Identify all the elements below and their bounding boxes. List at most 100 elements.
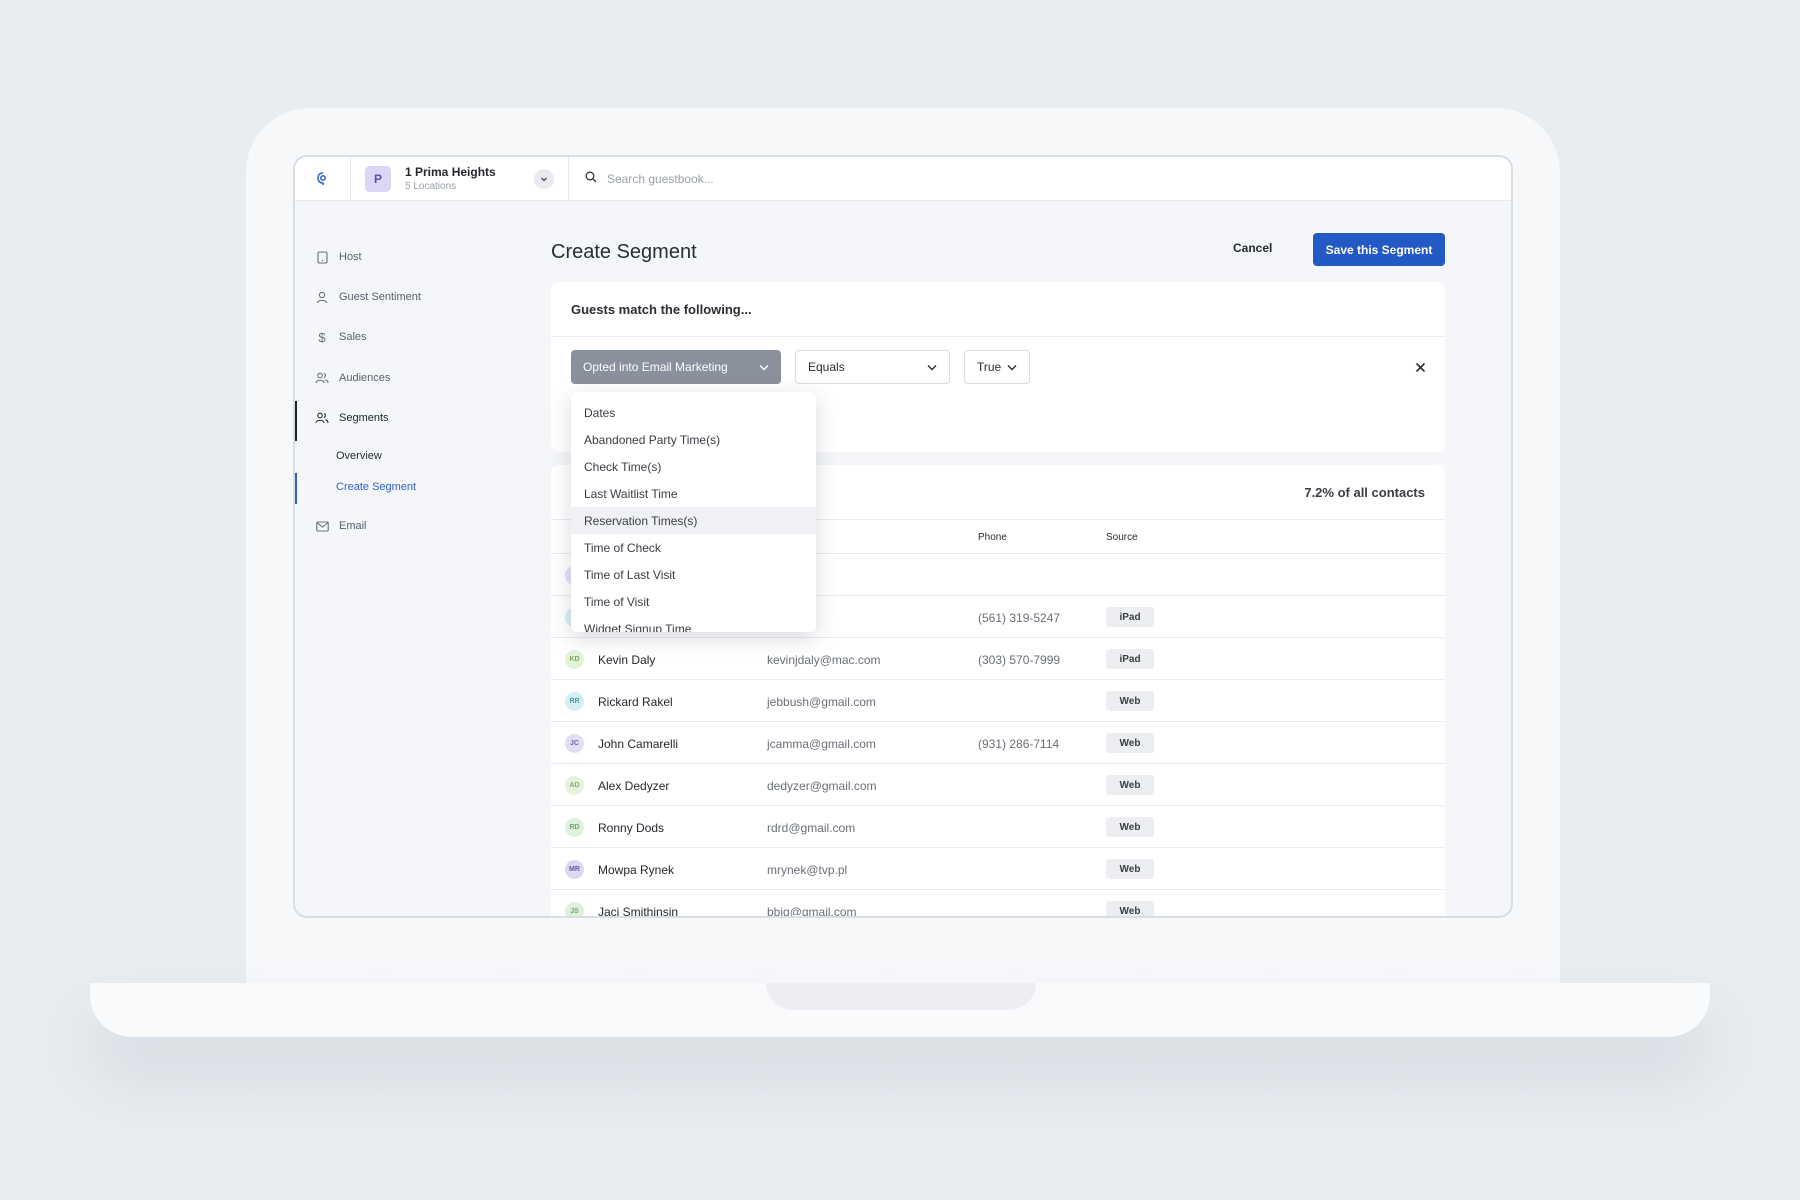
- dropdown-item-check-time[interactable]: Check Time(s): [571, 453, 816, 480]
- contact-name: John Camarelli: [598, 737, 679, 751]
- sidebar-item-guest-sentiment[interactable]: Guest Sentiment: [295, 286, 515, 308]
- mail-icon: [315, 519, 329, 533]
- dropdown-item-widget-signup-time[interactable]: Widget Signup Time: [571, 615, 816, 633]
- sidebar-item-label: Guest Sentiment: [339, 291, 421, 303]
- table-row[interactable]: RD Ronny Dods rdrd@gmail.com Web: [551, 806, 1445, 848]
- avatar: RD: [565, 818, 584, 837]
- contact-phone: (561) 319-5247: [978, 611, 1061, 625]
- users-icon: [315, 411, 329, 425]
- contact-email: bbjg@gmail.com: [767, 905, 857, 918]
- table-row[interactable]: JC John Camarelli jcamma@gmail.com (931) 28…: [551, 722, 1445, 764]
- value-select-value: True: [977, 360, 1002, 374]
- avatar: JS: [565, 902, 584, 916]
- source-badge: iPad: [1106, 649, 1154, 669]
- search-input[interactable]: [607, 171, 907, 186]
- sidebar-item-label: Email: [339, 520, 367, 532]
- dropdown-item-reservation-times[interactable]: Reservation Times(s): [571, 507, 816, 534]
- users-icon: [315, 371, 329, 385]
- contact-email: kevinjdaly@mac.com: [767, 653, 881, 667]
- contact-name: Ronny Dods: [598, 821, 665, 835]
- chevron-down-icon: [759, 360, 769, 374]
- source-badge: Web: [1106, 775, 1154, 795]
- search-icon: [585, 170, 597, 188]
- sidebar-item-audiences[interactable]: Audiences: [295, 367, 515, 389]
- dropdown-item-dates[interactable]: Dates: [571, 399, 816, 426]
- table-row[interactable]: MR Mowpa Rynek mrynek@tvp.pl Web: [551, 848, 1445, 890]
- source-badge: Web: [1106, 901, 1154, 916]
- column-header-phone[interactable]: Phone: [978, 532, 1007, 543]
- contact-phone: (931) 286-7114: [978, 737, 1060, 751]
- location-avatar: P: [365, 165, 391, 192]
- sidebar-item-label: Sales: [339, 331, 367, 343]
- chevron-down-icon: [927, 360, 937, 374]
- field-select-value: Opted into Email Marketing: [583, 360, 728, 374]
- sidebar-item-label: Segments: [339, 412, 389, 424]
- dollar-icon: $: [318, 329, 326, 345]
- laptop-notch: [766, 983, 1036, 1010]
- page-title: Create Segment: [551, 241, 697, 263]
- sidebar: Host Guest Sentiment $ Sales Audiences S…: [295, 201, 545, 916]
- table-row[interactable]: JS Jaci Smithinsin bbjg@gmail.com Web: [551, 890, 1445, 918]
- contact-name: Rickard Rakel: [598, 695, 673, 709]
- source-badge: Web: [1106, 691, 1154, 711]
- sidebar-item-label: Audiences: [339, 372, 391, 384]
- tablet-icon: [315, 250, 329, 264]
- chevron-down-icon: [1007, 360, 1017, 374]
- dropdown-item-abandoned-party-time[interactable]: Abandoned Party Time(s): [571, 426, 816, 453]
- dropdown-item-time-of-visit[interactable]: Time of Visit: [571, 588, 816, 615]
- sidebar-item-label: Host: [339, 251, 362, 263]
- avatar: JC: [565, 734, 584, 753]
- contact-phone: (303) 570-7999: [978, 653, 1061, 667]
- table-row[interactable]: KD Kevin Daly kevinjdaly@mac.com (303) 570-…: [551, 638, 1445, 680]
- top-bar: P 1 Prima Heights 5 Locations: [295, 157, 1511, 201]
- avatar: AD: [565, 776, 584, 795]
- sidebar-subitem-create-segment[interactable]: Create Segment: [336, 481, 416, 493]
- save-segment-button[interactable]: Save this Segment: [1313, 233, 1445, 266]
- app-screen: P 1 Prima Heights 5 Locations Host: [293, 155, 1513, 918]
- operator-select[interactable]: Equals: [795, 350, 950, 384]
- table-row[interactable]: RR Rickard Rakel jebbush@gmail.com Web: [551, 680, 1445, 722]
- field-select[interactable]: Opted into Email Marketing: [571, 350, 781, 384]
- avatar: RR: [565, 692, 584, 711]
- field-dropdown-menu: Dates Abandoned Party Time(s) Check Time…: [571, 392, 816, 632]
- user-icon: [315, 290, 329, 304]
- contact-email: dedyzer@gmail.com: [767, 779, 877, 793]
- match-percentage: 7.2% of all contacts: [1304, 485, 1425, 500]
- contact-email: rdrd@gmail.com: [767, 821, 856, 835]
- table-row[interactable]: AD Alex Dedyzer dedyzer@gmail.com Web: [551, 764, 1445, 806]
- contact-name: Kevin Daly: [598, 653, 656, 667]
- contact-name: Mowpa Rynek: [598, 863, 675, 877]
- sidebar-item-host[interactable]: Host: [295, 246, 515, 268]
- operator-select-value: Equals: [808, 360, 845, 374]
- sidebar-subitem-overview[interactable]: Overview: [336, 450, 382, 462]
- rule-header: Guests match the following...: [551, 282, 1445, 337]
- source-badge: Web: [1106, 859, 1154, 879]
- source-badge: iPad: [1106, 607, 1154, 627]
- contact-name: Alex Dedyzer: [598, 779, 670, 793]
- dropdown-item-last-waitlist-time[interactable]: Last Waitlist Time: [571, 480, 816, 507]
- sidebar-item-segments[interactable]: Segments: [295, 401, 515, 441]
- dropdown-item-time-of-check[interactable]: Time of Check: [571, 534, 816, 561]
- source-badge: Web: [1106, 733, 1154, 753]
- cancel-button[interactable]: Cancel: [1233, 241, 1272, 255]
- search-bar: [569, 157, 1511, 200]
- location-name: 1 Prima Heights: [405, 165, 496, 179]
- avatar: KD: [565, 650, 584, 669]
- contact-email: jcamma@gmail.com: [767, 737, 876, 751]
- sidebar-item-email[interactable]: Email: [295, 515, 515, 537]
- source-badge: Web: [1106, 817, 1154, 837]
- contact-name: Jaci Smithinsin: [598, 905, 679, 918]
- contact-email: jebbush@gmail.com: [767, 695, 876, 709]
- dropdown-item-time-of-last-visit[interactable]: Time of Last Visit: [571, 561, 816, 588]
- value-select[interactable]: True: [964, 350, 1030, 384]
- sidebar-item-sales[interactable]: $ Sales: [295, 326, 515, 348]
- close-icon[interactable]: [1415, 360, 1426, 376]
- location-count: 5 Locations: [405, 181, 457, 192]
- avatar: MR: [565, 860, 584, 879]
- active-indicator: [295, 473, 297, 504]
- column-header-source[interactable]: Source: [1106, 532, 1138, 543]
- chevron-down-icon[interactable]: [534, 169, 554, 189]
- location-switcher[interactable]: P 1 Prima Heights 5 Locations: [351, 157, 569, 200]
- app-logo-icon[interactable]: [295, 157, 351, 200]
- contact-email: mrynek@tvp.pl: [767, 863, 848, 877]
